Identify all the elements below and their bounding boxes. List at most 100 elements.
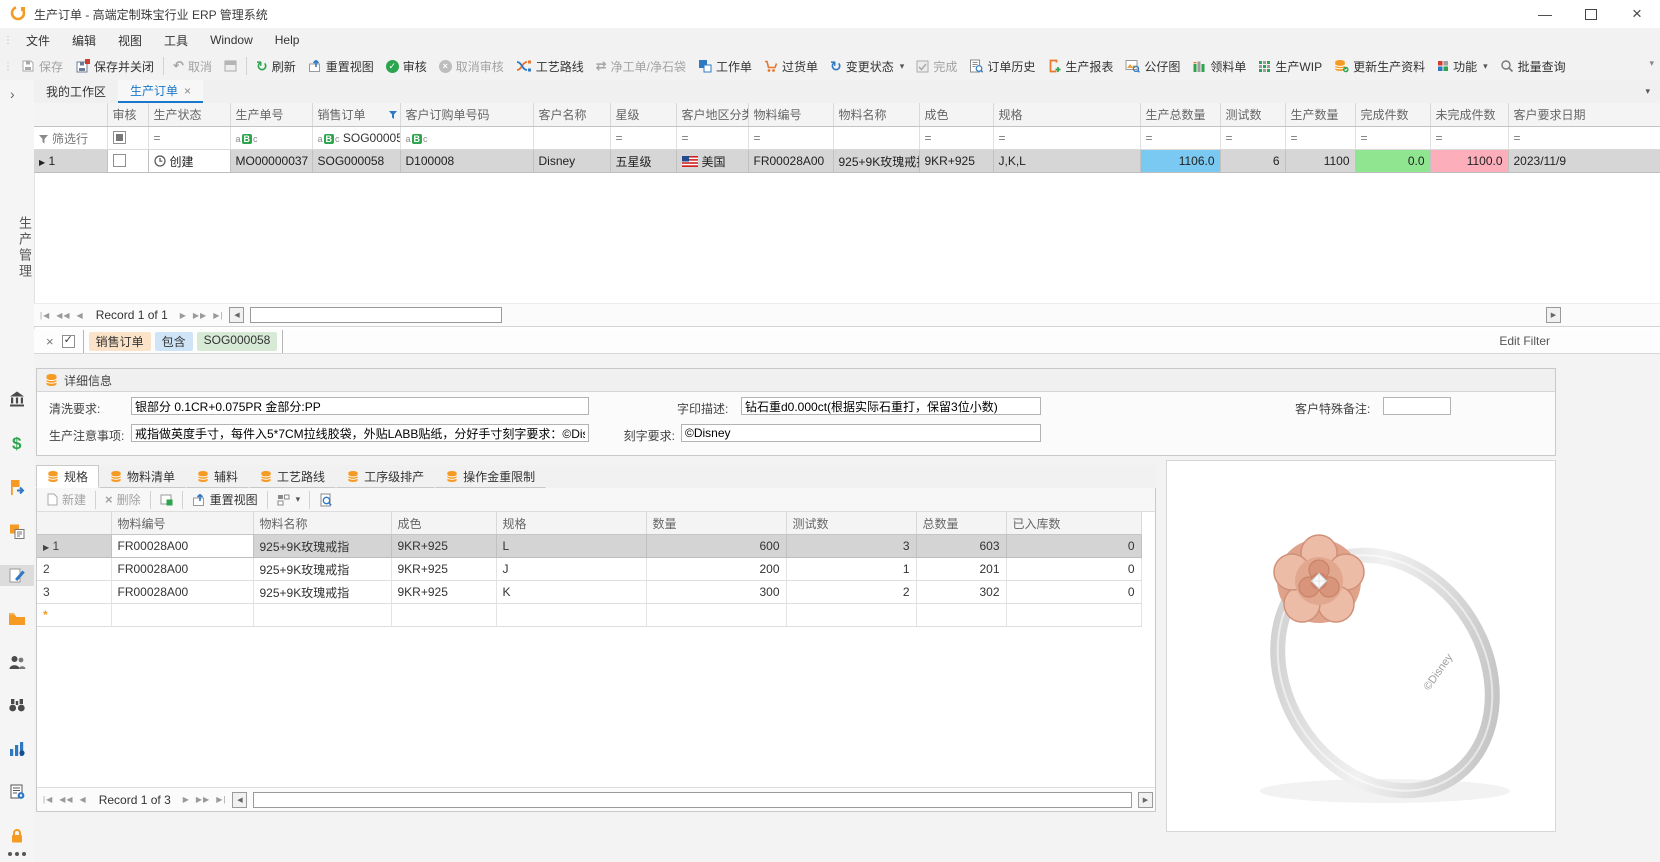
- close-button[interactable]: ×: [1614, 0, 1660, 28]
- row-header[interactable]: 2: [37, 558, 111, 581]
- cell-qty[interactable]: 600: [646, 535, 786, 558]
- filter-cell-star[interactable]: =: [610, 127, 676, 150]
- order-history-button[interactable]: 订单历史: [963, 54, 1041, 78]
- save-button[interactable]: 保存: [15, 54, 69, 78]
- column-header-prod-qty[interactable]: 生产数量: [1285, 103, 1355, 127]
- column-filter-icon[interactable]: [389, 108, 397, 122]
- cell-size[interactable]: K: [496, 581, 646, 604]
- cell-purity[interactable]: 9KR+925: [391, 558, 496, 581]
- net-order-button[interactable]: ⇄ 净工单/净石袋: [590, 54, 692, 78]
- batch-query-button[interactable]: 批量查询: [1494, 54, 1572, 78]
- column-header-item-no[interactable]: 物料编号: [748, 103, 833, 127]
- tab-route[interactable]: 工艺路线: [249, 465, 336, 488]
- column-header-test-qty[interactable]: 测试数: [786, 512, 916, 535]
- nav-next-button[interactable]: ▶: [180, 311, 187, 320]
- nav-prev-button[interactable]: ◀: [77, 311, 84, 320]
- cell-qty[interactable]: 300: [646, 581, 786, 604]
- dollar-icon[interactable]: $: [0, 432, 34, 454]
- nav-prev-page-button[interactable]: ◀◀: [59, 795, 73, 804]
- cell-item-no[interactable]: [111, 604, 253, 627]
- nav-prev-button[interactable]: ◀: [80, 795, 87, 804]
- cell-size[interactable]: J,K,L: [993, 150, 1140, 173]
- tab-bom[interactable]: 物料清单: [99, 465, 186, 488]
- menu-view[interactable]: 视图: [107, 28, 153, 52]
- filter-cell-customer[interactable]: [533, 127, 610, 150]
- filter-value-chip[interactable]: SOG000058: [197, 332, 278, 351]
- tab-list-chevron-icon[interactable]: ▾: [1645, 86, 1650, 97]
- edit-filter-link[interactable]: Edit Filter: [1499, 334, 1550, 348]
- filter-enabled-checkbox[interactable]: [62, 335, 75, 348]
- filter-cell-region[interactable]: =: [676, 127, 748, 150]
- cell-qty[interactable]: 200: [646, 558, 786, 581]
- edit-order-icon[interactable]: [0, 565, 34, 586]
- filter-cell-total[interactable]: =: [1140, 127, 1220, 150]
- column-header-approve[interactable]: 审核: [107, 103, 148, 127]
- cell-stocked-qty[interactable]: 0: [1006, 558, 1141, 581]
- cell-status[interactable]: 创建: [148, 150, 230, 173]
- nav-next-button[interactable]: ▶: [183, 795, 190, 804]
- column-header-so[interactable]: 销售订单: [312, 103, 400, 127]
- nav-prev-page-button[interactable]: ◀◀: [56, 311, 70, 320]
- cell-test-qty[interactable]: [786, 604, 916, 627]
- column-header-purity[interactable]: 成色: [391, 512, 496, 535]
- nav-next-page-button[interactable]: ▶▶: [193, 311, 207, 320]
- filter-cell-status[interactable]: =: [148, 127, 230, 150]
- filter-cell-size[interactable]: =: [993, 127, 1140, 150]
- cell-item-no[interactable]: FR00028A00: [111, 581, 253, 604]
- row-header[interactable]: *: [37, 604, 111, 627]
- people-icon[interactable]: [0, 652, 34, 672]
- cell-item-name[interactable]: [253, 604, 391, 627]
- open-folder-icon[interactable]: [0, 609, 34, 629]
- rail-expand-icon[interactable]: ›: [10, 86, 15, 102]
- dock-grid-button[interactable]: [154, 488, 179, 512]
- cell-date[interactable]: 2023/11/9: [1508, 150, 1660, 173]
- menu-edit[interactable]: 编辑: [61, 28, 107, 52]
- nav-first-button[interactable]: |◀: [43, 795, 53, 804]
- approve-button[interactable]: ✓ 审核: [380, 54, 433, 78]
- cell-undone-qty[interactable]: 1100.0: [1430, 150, 1508, 173]
- cell-size[interactable]: L: [496, 535, 646, 558]
- field-chooser-button[interactable]: ▾: [271, 488, 307, 512]
- imprint-input[interactable]: [741, 397, 1041, 415]
- wash-input[interactable]: [131, 397, 589, 415]
- tab-production-order[interactable]: 生产订单 ×: [118, 80, 203, 103]
- table-row[interactable]: ▶ 1 创建 MO00000037 SOG000058 D100008 Disn…: [34, 150, 1660, 173]
- tab-spec[interactable]: 规格: [36, 465, 99, 488]
- hscroll-right-button[interactable]: ▶: [1138, 792, 1153, 808]
- update-production-data-button[interactable]: 更新生产资料: [1328, 54, 1431, 78]
- tab-close-icon[interactable]: ×: [184, 84, 191, 98]
- hscroll-track[interactable]: [250, 307, 502, 323]
- column-header-date[interactable]: 客户要求日期: [1508, 103, 1660, 127]
- row-header[interactable]: 3: [37, 581, 111, 604]
- filter-cell-purity[interactable]: =: [919, 127, 993, 150]
- cell-item-name[interactable]: 925+9K玫瑰戒指: [253, 558, 391, 581]
- save-close-button[interactable]: 保存并关闭: [69, 54, 160, 78]
- cell-total-qty[interactable]: 603: [916, 535, 1006, 558]
- complete-button[interactable]: 完成: [910, 54, 963, 78]
- tab-accessory[interactable]: 辅料: [186, 465, 249, 488]
- cell-total-qty[interactable]: 1106.0: [1140, 150, 1220, 173]
- column-header-size[interactable]: 规格: [496, 512, 646, 535]
- filter-cell-mo[interactable]: aBc: [230, 127, 312, 150]
- column-header-po[interactable]: 客户订购单号码: [400, 103, 533, 127]
- cell-qty[interactable]: [646, 604, 786, 627]
- cell-total-qty[interactable]: 201: [916, 558, 1006, 581]
- menu-file[interactable]: 文件: [15, 28, 61, 52]
- cell-item-no[interactable]: FR00028A00: [748, 150, 833, 173]
- tab-schedule[interactable]: 工序级排产: [336, 465, 435, 488]
- cell-purity[interactable]: 9KR+925: [391, 581, 496, 604]
- column-header-qty[interactable]: 数量: [646, 512, 786, 535]
- filter-cell-so[interactable]: aBc SOG000058: [312, 127, 400, 150]
- engrave-input[interactable]: [681, 424, 1041, 442]
- reset-view-button[interactable]: 重置视图: [302, 54, 380, 78]
- cell-item-name[interactable]: 925+9K玫瑰戒指: [253, 581, 391, 604]
- filter-close-icon[interactable]: ×: [46, 334, 54, 349]
- copy-order-icon[interactable]: [0, 521, 34, 542]
- remark-input[interactable]: [1383, 397, 1451, 415]
- cell-customer[interactable]: Disney: [533, 150, 610, 173]
- filter-cell-undone[interactable]: =: [1430, 127, 1508, 150]
- cell-item-no[interactable]: FR00028A00: [111, 535, 253, 558]
- filter-cell-approve[interactable]: [107, 127, 148, 150]
- new-row-button[interactable]: 新建: [41, 488, 92, 512]
- cell-test-qty[interactable]: 6: [1220, 150, 1285, 173]
